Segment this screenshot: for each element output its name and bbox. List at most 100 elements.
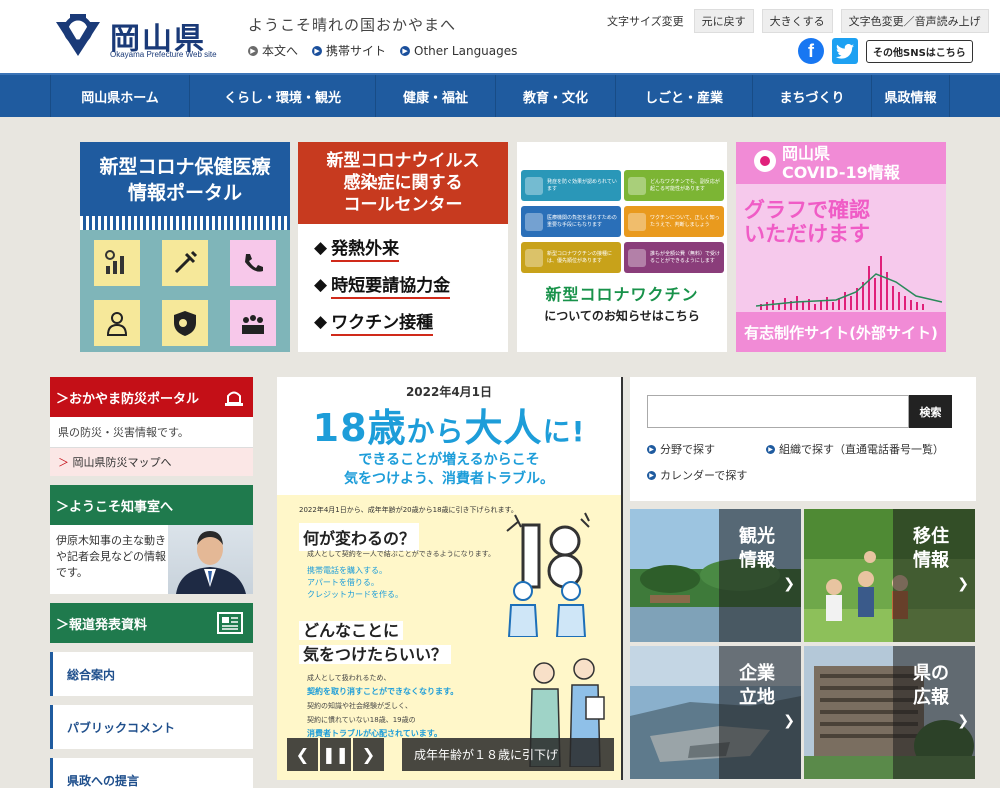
list-item: ◆ 発熱外来 [314, 234, 508, 262]
chevron-right-icon: ＞ [56, 499, 70, 515]
vaccine-info-cell: 誰もが全額公費（無料）で受けることができるようにします [624, 242, 724, 273]
tile-label: 情報 [913, 550, 949, 571]
list-item: アパートを借りる。 [307, 578, 379, 587]
slide-subheadline: 気をつけよう、消費者トラブル。 [344, 471, 554, 487]
list-item: 携帯電話を購入する。 [307, 566, 387, 575]
chevron-right-icon: ❯ [957, 576, 969, 592]
mobile-site-link[interactable]: ▶ 携帯サイト [312, 42, 386, 59]
social-links: f その他SNSはこちら [798, 38, 973, 64]
main-slideshow[interactable]: 2022年4月1日 18歳から大人に! できることが増えるからこそ 気をつけよう… [277, 377, 621, 780]
chevron-right-icon: ＞ [56, 617, 70, 633]
general-info-link[interactable]: 総合案内 [50, 652, 253, 696]
doctor-icon [94, 300, 140, 346]
governor-office-box[interactable]: ＞ようこそ知事室へ 伊原木知事の主な動きや記者会見などの情報です。 [50, 485, 253, 594]
press-release-link[interactable]: ＞報道発表資料 [50, 603, 253, 643]
covid-portal-banner[interactable]: 新型コロナ保健医療 情報ポータル [80, 142, 290, 352]
syringe-icon [162, 240, 208, 286]
banner-title-line: 情報ポータル [127, 182, 242, 204]
accessibility-tools: 文字サイズ変更 元に戻す 大きくする 文字色変更／音声読み上げ [607, 9, 989, 33]
arrow-icon: ▶ [312, 45, 323, 56]
tourism-info-tile[interactable]: 観光情報 ❯ [630, 509, 801, 642]
slide-example-list: 携帯電話を購入する。 アパートを借りる。 クレジットカードを作る。 [307, 565, 403, 601]
banner-title-line: コールセンター [343, 195, 463, 215]
list-item: クレジットカードを作る。 [307, 590, 403, 599]
diamond-icon: ◆ [314, 238, 328, 258]
nav-government[interactable]: 県政情報 [871, 75, 950, 117]
banner-text-line: いただけます [744, 222, 870, 246]
tagline: ようこそ晴れの国おかやまへ [248, 16, 457, 34]
disaster-portal-description: 県の防災・災害情報です。 [50, 417, 253, 448]
nav-health[interactable]: 健康・福祉 [375, 75, 495, 117]
arrow-icon: ▶ [400, 45, 411, 56]
site-logo[interactable]: 岡山県 Okayama Prefecture Web site [52, 12, 222, 62]
twitter-icon[interactable] [832, 38, 858, 64]
crowd-icon [230, 300, 276, 346]
global-nav: 岡山県ホーム くらし・環境・観光 健康・福祉 教育・文化 しごと・産業 まちづく… [0, 73, 1000, 117]
shield-virus-icon [162, 300, 208, 346]
font-reset-button[interactable]: 元に戻す [693, 9, 754, 33]
font-enlarge-button[interactable]: 大きくする [761, 9, 833, 33]
banner-title-line: 新型コロナウイルス [326, 151, 480, 171]
tile-label: 観光 [739, 526, 775, 547]
newspaper-icon [217, 612, 243, 634]
diamond-icon: ◆ [314, 275, 328, 295]
vaccine-info-cell: 新型コロナワクチンの接種には、優先順位があります [521, 242, 621, 273]
migration-info-tile[interactable]: 移住 情報 ❯ [804, 509, 975, 642]
arrow-icon: ▶ [248, 45, 258, 56]
slide-subheadline: できることが増えるからこそ [358, 452, 540, 468]
search-by-organization-link[interactable]: ▶ 組織で探す（直通電話番号一覧） [766, 441, 944, 457]
slide-caption[interactable]: 成年年齢が１８歳に引下げ [402, 738, 614, 771]
site-header: 岡山県 Okayama Prefecture Web site ようこそ晴れの国… [0, 0, 1000, 73]
vaccine-info-cell: 医療機関の負担を減らすための重要な手段にもなります [521, 206, 621, 237]
vaccine-info-banner[interactable]: 発症を防ぐ効果が認められています どんなワクチンでも、副反応が起こる可能性があり… [517, 142, 727, 352]
skip-to-content-link[interactable]: ▶ 本文へ [248, 42, 298, 59]
public-relations-tile[interactable]: 県の 広報 ❯ [804, 646, 975, 779]
phone-icon [230, 240, 276, 286]
slide-body-text: 成人として契約を一人で結ぶことができるようになります。 [307, 550, 495, 558]
vaccine-info-cell: ワクチンについて、正しく知ったうえで、判断しましょう [624, 206, 724, 237]
slide-prev-button[interactable]: ❮ [287, 738, 318, 771]
slide-note: 2022年4月1日から、成年年齢が20歳から18歳に引き下げられます。 [299, 506, 518, 514]
search-by-calendar-link[interactable]: ▶ カレンダーで探す [647, 467, 747, 483]
disaster-portal-link[interactable]: ＞おかやま防災ポータル [50, 377, 253, 417]
font-size-label: 文字サイズ変更 [607, 15, 684, 28]
banner-title-line: COVID-19情報 [782, 163, 900, 182]
nav-life[interactable]: くらし・環境・観光 [189, 75, 375, 117]
other-sns-button[interactable]: その他SNSはこちら [866, 39, 973, 63]
slide-pause-button[interactable]: ❚❚ [320, 738, 351, 771]
banner-text-line: グラフで確認 [744, 198, 870, 222]
nav-town[interactable]: まちづくり [752, 75, 871, 117]
slide-question: どんなことに 気をつけたらいい？ [299, 619, 452, 667]
color-voice-button[interactable]: 文字色変更／音声読み上げ [840, 9, 989, 33]
tile-label: 県の [913, 663, 949, 684]
zero-yen-icon [628, 248, 646, 267]
proposal-link[interactable]: 県政への提言 [50, 758, 253, 788]
public-comment-link[interactable]: パブリックコメント [50, 705, 253, 749]
prefecture-emblem-icon [56, 14, 100, 56]
arrow-icon: ▶ [766, 444, 775, 454]
covid-call-center-banner[interactable]: 新型コロナウイルス 感染症に関する コールセンター ◆ 発熱外来 ◆ 時短要請協力金… [298, 142, 508, 352]
chevron-right-icon: ＞ [56, 391, 70, 407]
divider [621, 377, 623, 780]
nav-work[interactable]: しごと・産業 [615, 75, 752, 117]
facebook-icon[interactable]: f [798, 38, 824, 64]
disaster-portal-box: ＞おかやま防災ポータル 県の防災・災害情報です。 ＞ 岡山県防災マップへ [50, 377, 253, 476]
search-by-field-link[interactable]: ▶ 分野で探す [647, 441, 715, 457]
logo-subtitle: Okayama Prefecture Web site [110, 50, 217, 59]
business-location-tile[interactable]: 企業 立地 ❯ [630, 646, 801, 779]
young-adults-illustration [507, 581, 587, 637]
alarm-light-icon [225, 391, 243, 406]
nav-home[interactable]: 岡山県ホーム [50, 75, 189, 117]
slide-next-button[interactable]: ❯ [353, 738, 384, 771]
chevron-right-icon: ❯ [783, 576, 795, 592]
other-languages-link[interactable]: ▶ Other Languages [400, 42, 517, 59]
covid19-info-banner[interactable]: 岡山県 COVID-19情報 グラフで確認 いただけます 有志制作サイト(外部サ… [736, 142, 946, 352]
tile-label: 情報 [739, 550, 775, 571]
search-input[interactable] [647, 395, 909, 428]
chevron-right-icon: ❯ [783, 713, 795, 729]
left-column: ＞おかやま防災ポータル 県の防災・災害情報です。 ＞ 岡山県防災マップへ ＞よう… [50, 377, 253, 788]
disaster-map-link[interactable]: ＞ 岡山県防災マップへ [50, 448, 253, 476]
search-button[interactable]: 検索 [909, 395, 952, 428]
arrow-icon: ▶ [647, 444, 656, 454]
nav-education[interactable]: 教育・文化 [495, 75, 615, 117]
